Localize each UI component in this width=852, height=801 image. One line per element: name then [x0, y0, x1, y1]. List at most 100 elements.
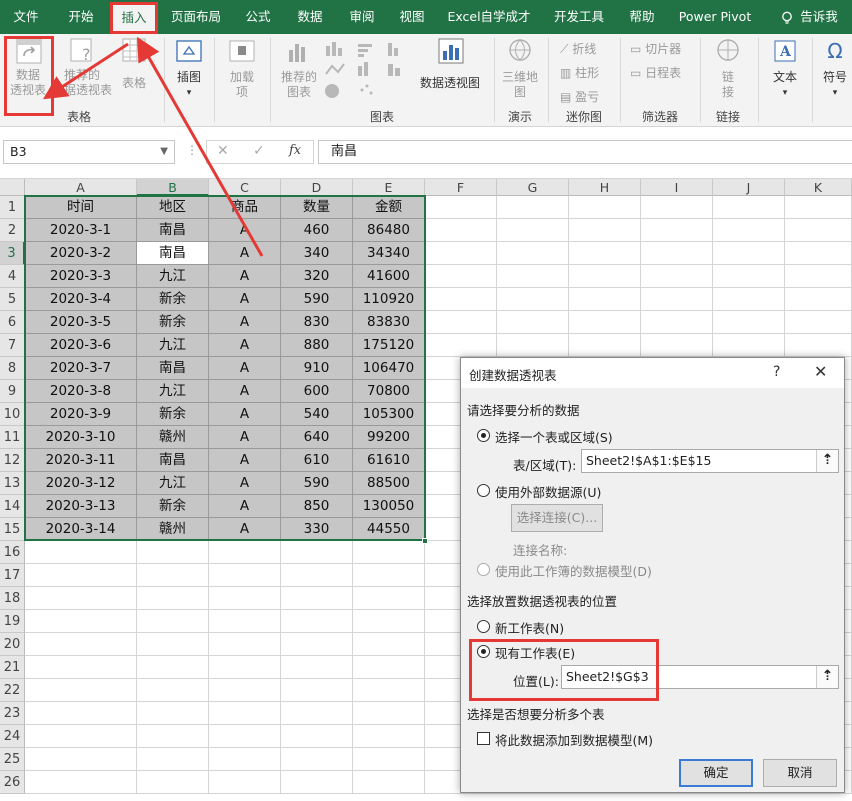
sparkline-winloss-button[interactable]: ▤ 盈亏 [560, 88, 599, 105]
cell-e11[interactable]: 99200 [353, 426, 425, 449]
radio-existing-sheet[interactable] [477, 645, 490, 658]
column-header-c[interactable]: C [209, 179, 281, 196]
cell-e15[interactable]: 44550 [353, 518, 425, 541]
row-header-17[interactable]: 17 [0, 564, 25, 587]
cell-j6[interactable] [713, 311, 785, 334]
cell-b22[interactable] [137, 679, 209, 702]
cell-a5[interactable]: 2020-3-4 [25, 288, 137, 311]
cell-d15[interactable]: 330 [281, 518, 353, 541]
cell-d1[interactable]: 数量 [281, 196, 353, 219]
cell-i1[interactable] [641, 196, 713, 219]
cell-j2[interactable] [713, 219, 785, 242]
check-icon[interactable]: ✓ [253, 143, 265, 159]
cell-j4[interactable] [713, 265, 785, 288]
row-header-6[interactable]: 6 [0, 311, 25, 334]
radio-external-source[interactable] [477, 484, 490, 497]
cell-e7[interactable]: 175120 [353, 334, 425, 357]
cell-b7[interactable]: 九江 [137, 334, 209, 357]
cell-b18[interactable] [137, 587, 209, 610]
cell-j7[interactable] [713, 334, 785, 357]
cell-e4[interactable]: 41600 [353, 265, 425, 288]
close-icon[interactable]: ✕ [814, 362, 827, 381]
cell-d6[interactable]: 830 [281, 311, 353, 334]
cell-c17[interactable] [209, 564, 281, 587]
cell-e16[interactable] [353, 541, 425, 564]
cell-b1[interactable]: 地区 [137, 196, 209, 219]
radio-table-range[interactable] [477, 429, 490, 442]
row-header-14[interactable]: 14 [0, 495, 25, 518]
cell-j5[interactable] [713, 288, 785, 311]
add-to-data-model-checkbox[interactable] [477, 732, 490, 745]
tab-data[interactable]: 数据 [288, 0, 332, 34]
location-picker-icon[interactable]: ⇡ [816, 666, 838, 688]
cell-g4[interactable] [497, 265, 569, 288]
column-header-b[interactable]: B [137, 179, 209, 196]
cell-c25[interactable] [209, 748, 281, 771]
cell-g7[interactable] [497, 334, 569, 357]
cell-c16[interactable] [209, 541, 281, 564]
cell-j1[interactable] [713, 196, 785, 219]
cell-c19[interactable] [209, 610, 281, 633]
cell-b5[interactable]: 新余 [137, 288, 209, 311]
cell-a10[interactable]: 2020-3-9 [25, 403, 137, 426]
column-header-e[interactable]: E [353, 179, 425, 196]
cell-h3[interactable] [569, 242, 641, 265]
cell-a2[interactable]: 2020-3-1 [25, 219, 137, 242]
cell-a22[interactable] [25, 679, 137, 702]
tab-file[interactable]: 文件 [6, 0, 46, 34]
cell-a19[interactable] [25, 610, 137, 633]
cell-d9[interactable]: 600 [281, 380, 353, 403]
cell-d10[interactable]: 540 [281, 403, 353, 426]
cell-g5[interactable] [497, 288, 569, 311]
column-header-a[interactable]: A [25, 179, 137, 196]
illustrations-button[interactable]: 插图 ▾ [170, 38, 208, 102]
cell-a1[interactable]: 时间 [25, 196, 137, 219]
cell-h6[interactable] [569, 311, 641, 334]
cell-a6[interactable]: 2020-3-5 [25, 311, 137, 334]
row-header-22[interactable]: 22 [0, 679, 25, 702]
cell-d13[interactable]: 590 [281, 472, 353, 495]
cell-e26[interactable] [353, 771, 425, 794]
cell-h7[interactable] [569, 334, 641, 357]
map-3d-button[interactable]: 三维地 图 [500, 38, 540, 102]
cell-f5[interactable] [425, 288, 497, 311]
cell-c15[interactable]: A [209, 518, 281, 541]
cell-a16[interactable] [25, 541, 137, 564]
cell-e20[interactable] [353, 633, 425, 656]
cell-e25[interactable] [353, 748, 425, 771]
cell-b24[interactable] [137, 725, 209, 748]
cell-g2[interactable] [497, 219, 569, 242]
column-header-f[interactable]: F [425, 179, 497, 196]
cell-b17[interactable] [137, 564, 209, 587]
tab-excel-zixue[interactable]: Excel自学成才 [444, 0, 534, 34]
cell-c21[interactable] [209, 656, 281, 679]
link-button[interactable]: 链 接 [708, 38, 748, 102]
cell-b16[interactable] [137, 541, 209, 564]
addins-button[interactable]: 加载 项 [220, 38, 264, 102]
cell-e13[interactable]: 88500 [353, 472, 425, 495]
cell-d2[interactable]: 460 [281, 219, 353, 242]
cell-e6[interactable]: 83830 [353, 311, 425, 334]
row-header-15[interactable]: 15 [0, 518, 25, 541]
cell-d8[interactable]: 910 [281, 357, 353, 380]
cell-b21[interactable] [137, 656, 209, 679]
column-header-j[interactable]: J [713, 179, 785, 196]
cell-f1[interactable] [425, 196, 497, 219]
cell-b15[interactable]: 赣州 [137, 518, 209, 541]
text-button[interactable]: A 文本 ▾ [764, 38, 806, 102]
row-header-13[interactable]: 13 [0, 472, 25, 495]
radio-data-model[interactable] [477, 563, 490, 576]
cell-e17[interactable] [353, 564, 425, 587]
cell-c7[interactable]: A [209, 334, 281, 357]
symbols-button[interactable]: Ω 符号 ▾ [818, 38, 852, 102]
row-header-4[interactable]: 4 [0, 265, 25, 288]
tab-help[interactable]: 帮助 [622, 0, 662, 34]
recommended-charts-button[interactable]: 推荐的 图表 [276, 38, 322, 102]
cell-e3[interactable]: 34340 [353, 242, 425, 265]
cell-d14[interactable]: 850 [281, 495, 353, 518]
tab-tell-me[interactable]: 告诉我 [772, 0, 846, 34]
row-header-23[interactable]: 23 [0, 702, 25, 725]
cell-c10[interactable]: A [209, 403, 281, 426]
tab-insert[interactable]: 插入 [110, 3, 158, 34]
cancel-button[interactable]: 取消 [763, 759, 837, 787]
